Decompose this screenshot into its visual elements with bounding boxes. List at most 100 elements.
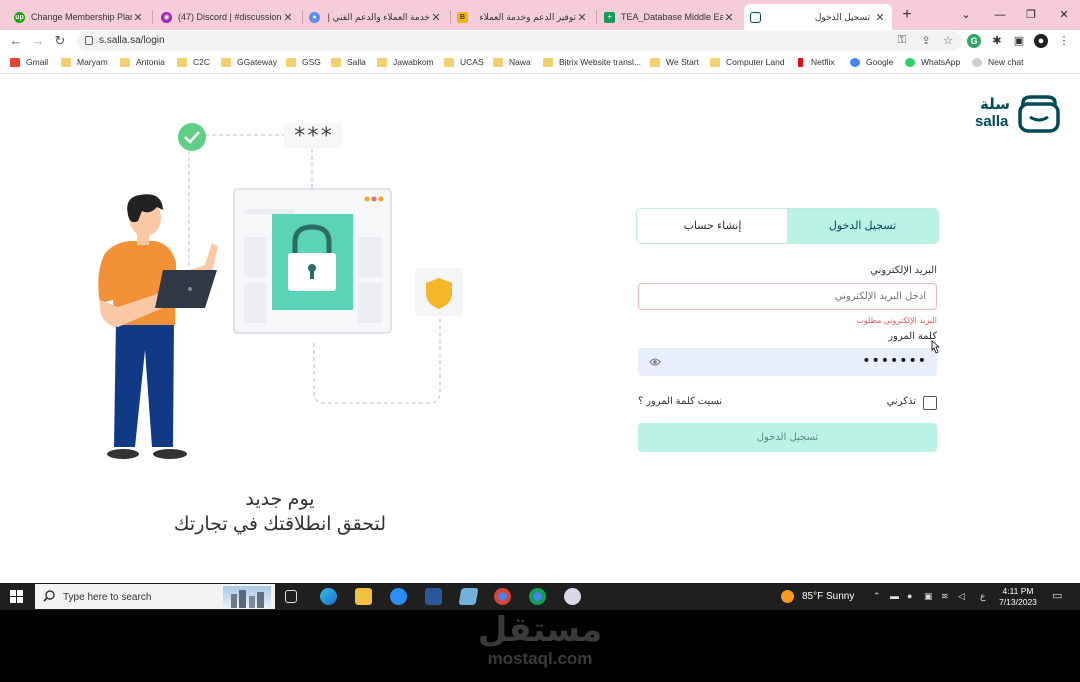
volume-icon[interactable]: ◁	[958, 591, 965, 602]
bookmark-gmail[interactable]: Gmail	[10, 57, 48, 67]
city-skyline-icon	[223, 586, 271, 608]
tray-chevron-icon[interactable]: ⌃	[873, 591, 881, 602]
new-tab-button[interactable]: +	[899, 6, 915, 24]
logo-english: salla	[975, 113, 1009, 130]
notifications-icon[interactable]: ▭	[1052, 589, 1062, 602]
chrome-profile-taskbar-icon[interactable]	[529, 588, 546, 605]
notepad-icon[interactable]	[458, 588, 479, 605]
bookmark-star-icon[interactable]: ☆	[941, 34, 955, 47]
bookmark-folder[interactable]: Maryam	[61, 57, 108, 67]
bookmark-label: WhatsApp	[921, 57, 961, 67]
tab-login[interactable]: تسجيل الدخول	[787, 209, 938, 243]
folder-icon	[444, 57, 454, 67]
close-tab-icon[interactable]: ✕	[874, 11, 886, 24]
share-icon[interactable]: ⇪	[919, 34, 933, 47]
bookmark-label: Bitrix Website transl...	[559, 57, 642, 67]
browser-tab-2[interactable]: ◉ (47) Discord | #discussion | ✕	[155, 4, 300, 30]
back-button[interactable]: ←	[8, 32, 24, 50]
bookmarks-bar: Gmail Maryam Antonia C2C GGateway GSG Sa…	[0, 52, 1080, 74]
zoom-icon[interactable]	[390, 588, 407, 605]
minimize-button[interactable]: —	[992, 6, 1008, 24]
bookmark-folder[interactable]: Antonia	[120, 57, 165, 67]
file-explorer-icon[interactable]	[355, 588, 372, 605]
password-field[interactable]: •••••••	[638, 348, 937, 376]
bookmark-new-chat[interactable]: New chat	[972, 57, 1023, 67]
bookmark-folder[interactable]: UCAS	[444, 57, 484, 67]
taskbar-search-box[interactable]: Type here to search	[35, 584, 275, 609]
microphone-icon[interactable]: ●	[907, 591, 912, 601]
close-tab-icon[interactable]: ✕	[723, 11, 735, 24]
key-icon[interactable]: ⚿	[895, 34, 909, 47]
bookmark-google[interactable]: Google	[850, 57, 893, 67]
mostaql-watermark: مستقل mostaql.com	[430, 610, 650, 682]
profile-avatar[interactable]: ●	[1034, 34, 1048, 48]
browser-tab-1[interactable]: up Change Membership Plan ✕	[8, 4, 150, 30]
bookmark-folder[interactable]: Jawabkom	[377, 57, 434, 67]
wifi-icon[interactable]: ≋	[941, 591, 949, 602]
chrome-taskbar-icon[interactable]	[494, 588, 511, 605]
windows-start-icon[interactable]	[10, 590, 23, 603]
email-field[interactable]	[638, 283, 937, 310]
browser-tab-3[interactable]: ● خدمة العملاء والدعم الفني | ✕	[303, 4, 448, 30]
close-tab-icon[interactable]: ✕	[576, 11, 588, 24]
browser-tab-4[interactable]: B توفير الدعم وخدمة العملاء ✕	[451, 4, 594, 30]
bookmark-folder[interactable]: Salla	[331, 57, 366, 67]
tab-register[interactable]: إنشاء حساب	[637, 209, 788, 243]
bookmark-folder[interactable]: Nawa	[493, 57, 531, 67]
url-text[interactable]: s.salla.sa/login	[99, 35, 165, 46]
bookmark-folder[interactable]: GSG	[286, 57, 321, 67]
bookmark-whatsapp[interactable]: WhatsApp	[905, 57, 960, 67]
app-taskbar-icon[interactable]	[564, 588, 581, 605]
reload-button[interactable]: ↻	[52, 32, 68, 50]
bookmark-folder[interactable]: Bitrix Website transl...	[543, 57, 641, 67]
bookmark-folder[interactable]: C2C	[177, 57, 210, 67]
maximize-button[interactable]: ❐	[1023, 6, 1039, 24]
bookmark-netflix[interactable]: Netflix	[798, 57, 835, 67]
address-bar[interactable]: s.salla.sa/login ⚿ ⇪ ☆	[77, 31, 962, 51]
folder-icon	[377, 57, 387, 67]
browser-tab-5[interactable]: + TEA_Database Middle East ✕	[598, 4, 741, 30]
task-view-icon[interactable]	[285, 590, 297, 603]
word-icon[interactable]	[425, 588, 442, 605]
bookmark-label: GSG	[302, 57, 321, 67]
browser-tab-6-active[interactable]: تسجيل الدخول ✕	[744, 4, 892, 30]
weather-widget[interactable]: 85°F Sunny	[781, 590, 854, 603]
folder-icon	[120, 57, 130, 67]
bookmark-folder[interactable]: We Start	[650, 57, 699, 67]
email-label: البريد الإلكتروني	[870, 265, 937, 276]
remember-me-label[interactable]: تذكرني	[887, 396, 916, 407]
taskbar-clock[interactable]: 4:11 PM 7/13/2023	[996, 586, 1040, 608]
close-window-button[interactable]: ✕	[1056, 6, 1072, 24]
edge-icon[interactable]	[320, 588, 337, 605]
battery-icon[interactable]: ▬	[890, 591, 899, 601]
folder-icon	[286, 57, 296, 67]
bookmark-label: Antonia	[136, 57, 165, 67]
windows-taskbar: Type here to search 85°F Sunny ⌃ ▬ ● ▣ ≋…	[0, 583, 1080, 610]
bookmark-folder[interactable]: Computer Land	[710, 57, 785, 67]
bookmark-label: Jawabkom	[393, 57, 434, 67]
tab-search-icon[interactable]: ⌄	[958, 6, 974, 24]
camera-icon[interactable]: ▣	[924, 591, 933, 602]
check-circle-icon	[178, 123, 206, 151]
login-page: *** يوم جديد لتحقق انطلاقتك في تجارتك سل…	[0, 75, 1080, 583]
close-tab-icon[interactable]: ✕	[430, 11, 442, 24]
forward-button[interactable]: →	[30, 32, 46, 50]
bookmark-folder[interactable]: GGateway	[221, 57, 277, 67]
grammarly-extension-icon[interactable]: G	[967, 34, 981, 48]
show-password-eye-icon[interactable]	[649, 356, 661, 368]
close-tab-icon[interactable]: ✕	[282, 11, 294, 24]
close-tab-icon[interactable]: ✕	[132, 11, 144, 24]
remember-me-checkbox[interactable]	[923, 396, 937, 410]
input-language-indicator[interactable]: ع	[980, 591, 985, 602]
mouse-cursor-icon	[931, 340, 940, 354]
whatsapp-icon	[905, 57, 915, 67]
side-panel-icon[interactable]: ▣	[1012, 34, 1026, 48]
menu-kebab-icon[interactable]: ⋮	[1057, 34, 1071, 48]
login-button[interactable]: تسجيل الدخول	[638, 423, 937, 452]
forgot-password-link[interactable]: نسيت كلمة المرور ؟	[638, 396, 722, 407]
browser-tab-strip: up Change Membership Plan ✕ ◉ (47) Disco…	[0, 0, 1080, 30]
salla-logo[interactable]: سلة salla	[975, 95, 1060, 135]
folder-icon	[493, 57, 503, 67]
tab-title: توفير الدعم وخدمة العملاء	[479, 11, 576, 22]
extensions-puzzle-icon[interactable]: ✱	[990, 34, 1004, 48]
